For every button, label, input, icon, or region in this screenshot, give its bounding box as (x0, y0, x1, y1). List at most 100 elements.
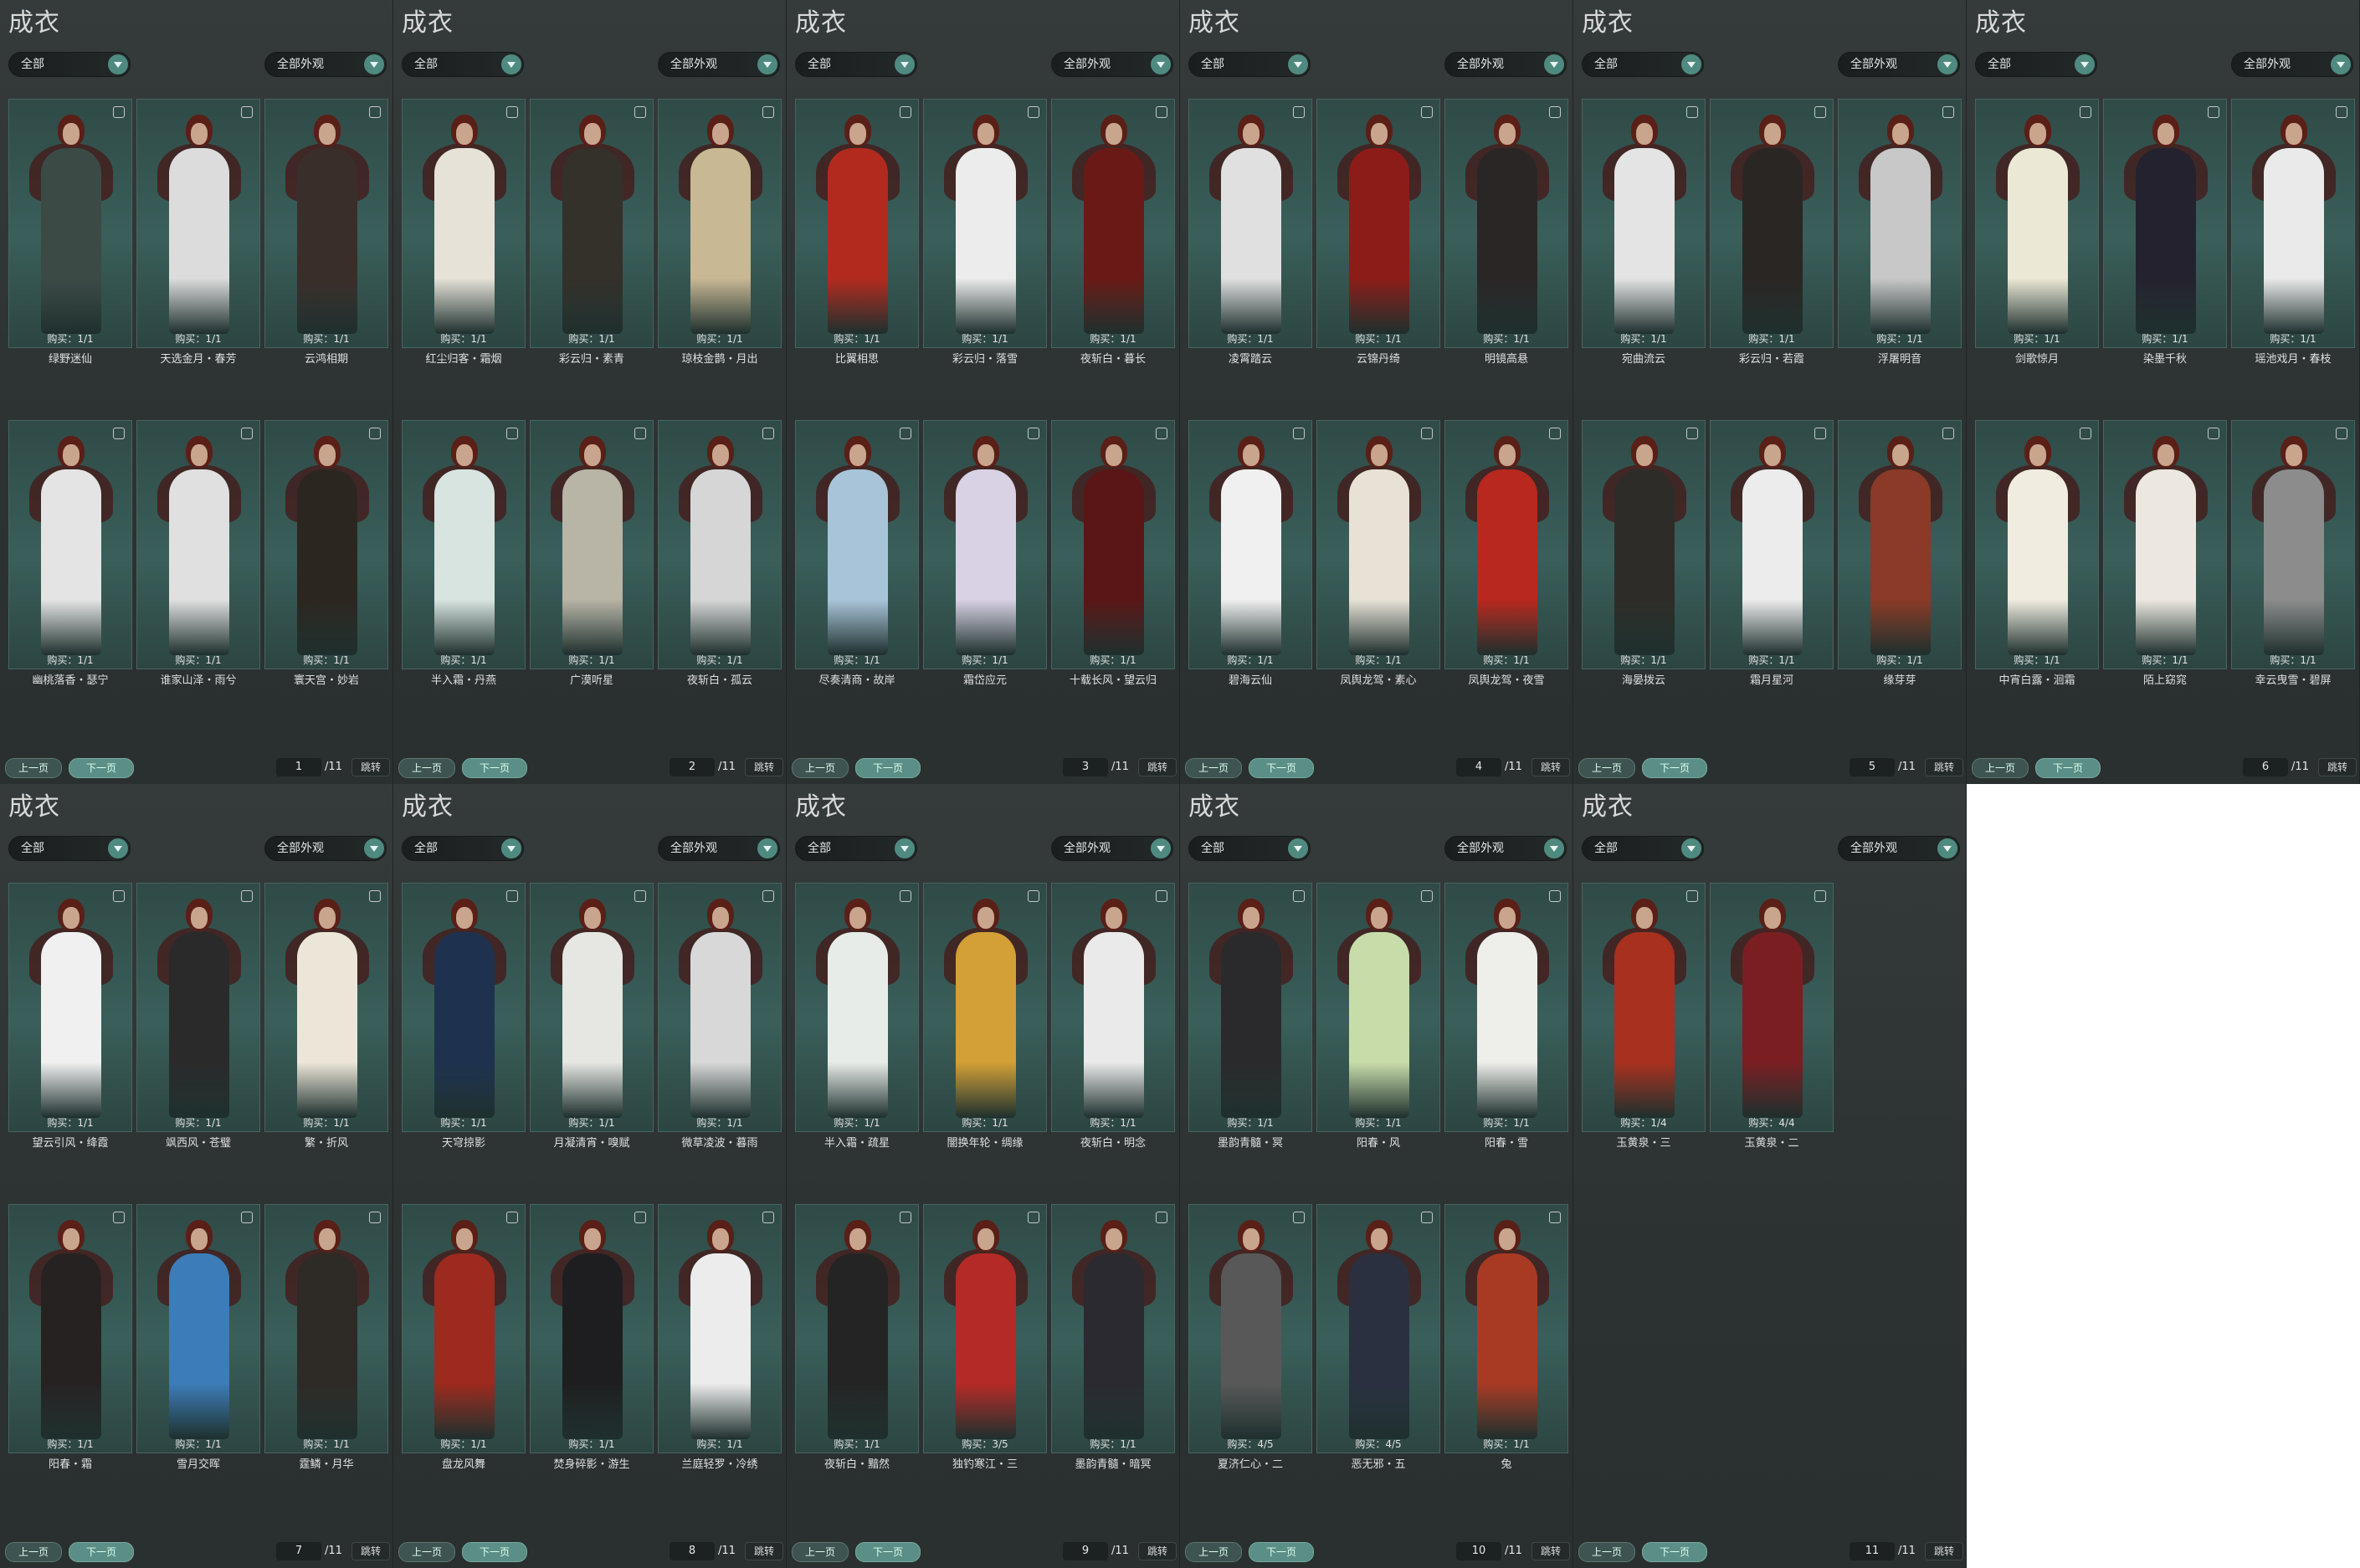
outfit-card[interactable]: 购买：1/1 (1838, 99, 1962, 348)
outfit-card[interactable]: 购买：1/1 (658, 420, 782, 669)
category-select[interactable]: 全部 (402, 836, 524, 861)
category-select[interactable]: 全部 (1975, 52, 2097, 77)
outfit-card[interactable]: 购买：1/1 (1316, 99, 1440, 348)
outfit-card[interactable]: 购买：1/1 (136, 883, 260, 1132)
outfit-card[interactable]: 购买：1/1 (8, 883, 132, 1132)
outfit-card[interactable]: 购买：1/1 (136, 420, 260, 669)
category-select[interactable]: 全部 (1582, 52, 1704, 77)
appearance-select[interactable]: 全部外观 (658, 52, 780, 77)
outfit-card[interactable]: 购买：1/1 (8, 99, 132, 348)
outfit-card[interactable]: 购买：1/1 (1582, 99, 1706, 348)
prev-page-button[interactable]: 上一页 (398, 1542, 455, 1562)
chevron-down-icon[interactable] (108, 54, 128, 74)
outfit-card[interactable]: 购买：1/1 (923, 99, 1047, 348)
outfit-card[interactable]: 购买：1/1 (136, 99, 260, 348)
outfit-card[interactable]: 购买：1/1 (1316, 883, 1440, 1132)
chevron-down-icon[interactable] (1937, 838, 1957, 858)
prev-page-button[interactable]: 上一页 (792, 1542, 849, 1562)
page-number-input[interactable]: 2 (670, 758, 715, 776)
chevron-down-icon[interactable] (895, 54, 915, 74)
prev-page-button[interactable]: 上一页 (1578, 1542, 1635, 1562)
category-select[interactable]: 全部 (8, 836, 131, 861)
outfit-card[interactable]: 购买：1/1 (402, 1204, 526, 1453)
appearance-select[interactable]: 全部外观 (1444, 836, 1567, 861)
page-number-input[interactable]: 10 (1456, 1542, 1501, 1560)
appearance-select[interactable]: 全部外观 (264, 52, 387, 77)
appearance-select[interactable]: 全部外观 (2231, 52, 2353, 77)
jump-button[interactable]: 跳转 (1925, 1542, 1963, 1560)
chevron-down-icon[interactable] (1151, 54, 1171, 74)
category-select[interactable]: 全部 (795, 52, 917, 77)
next-page-button[interactable]: 下一页 (855, 1542, 921, 1562)
page-number-input[interactable]: 9 (1063, 1542, 1108, 1560)
chevron-down-icon[interactable] (1544, 838, 1564, 858)
appearance-select[interactable]: 全部外观 (1051, 836, 1173, 861)
outfit-card[interactable]: 购买：1/1 (136, 1204, 260, 1453)
outfit-card[interactable]: 购买：1/1 (1710, 99, 1834, 348)
chevron-down-icon[interactable] (1937, 54, 1957, 74)
outfit-card[interactable]: 购买：1/1 (795, 99, 919, 348)
page-number-input[interactable]: 1 (276, 758, 321, 776)
outfit-card[interactable]: 购买：1/1 (1188, 883, 1312, 1132)
chevron-down-icon[interactable] (501, 54, 521, 74)
page-number-input[interactable]: 8 (670, 1542, 715, 1560)
chevron-down-icon[interactable] (1151, 838, 1171, 858)
outfit-card[interactable]: 购买：1/1 (264, 883, 388, 1132)
chevron-down-icon[interactable] (757, 838, 777, 858)
outfit-card[interactable]: 购买：1/1 (2231, 99, 2355, 348)
appearance-select[interactable]: 全部外观 (1838, 52, 1960, 77)
prev-page-button[interactable]: 上一页 (1972, 758, 2029, 778)
page-number-input[interactable]: 5 (1850, 758, 1895, 776)
chevron-down-icon[interactable] (1288, 54, 1308, 74)
outfit-card[interactable]: 购买：1/1 (923, 420, 1047, 669)
category-select[interactable]: 全部 (795, 836, 917, 861)
outfit-card[interactable]: 购买：1/1 (8, 1204, 132, 1453)
outfit-card[interactable]: 购买：1/1 (923, 883, 1047, 1132)
outfit-card[interactable]: 购买：1/1 (795, 420, 919, 669)
outfit-card[interactable]: 购买：3/5 (923, 1204, 1047, 1453)
jump-button[interactable]: 跳转 (745, 1542, 783, 1560)
outfit-card[interactable]: 购买：1/1 (795, 883, 919, 1132)
jump-button[interactable]: 跳转 (745, 758, 783, 776)
next-page-button[interactable]: 下一页 (2035, 758, 2101, 778)
outfit-card[interactable]: 购买：4/4 (1710, 883, 1834, 1132)
chevron-down-icon[interactable] (1288, 838, 1308, 858)
jump-button[interactable]: 跳转 (1531, 1542, 1570, 1560)
outfit-card[interactable]: 购买：4/5 (1316, 1204, 1440, 1453)
outfit-card[interactable]: 购买：1/1 (1188, 420, 1312, 669)
outfit-card[interactable]: 购买：1/1 (1838, 420, 1962, 669)
outfit-card[interactable]: 购买：1/1 (402, 99, 526, 348)
category-select[interactable]: 全部 (1188, 836, 1311, 861)
chevron-down-icon[interactable] (108, 838, 128, 858)
outfit-card[interactable]: 购买：1/4 (1582, 883, 1706, 1132)
outfit-card[interactable]: 购买：1/1 (1444, 99, 1568, 348)
appearance-select[interactable]: 全部外观 (1444, 52, 1567, 77)
chevron-down-icon[interactable] (2075, 54, 2095, 74)
outfit-card[interactable]: 购买：1/1 (1051, 420, 1175, 669)
chevron-down-icon[interactable] (1681, 54, 1701, 74)
appearance-select[interactable]: 全部外观 (264, 836, 387, 861)
outfit-card[interactable]: 购买：1/1 (1444, 883, 1568, 1132)
chevron-down-icon[interactable] (757, 54, 777, 74)
appearance-select[interactable]: 全部外观 (658, 836, 780, 861)
prev-page-button[interactable]: 上一页 (5, 1542, 62, 1562)
outfit-card[interactable]: 购买：1/1 (2103, 420, 2227, 669)
chevron-down-icon[interactable] (1681, 838, 1701, 858)
outfit-card[interactable]: 购买：1/1 (1188, 99, 1312, 348)
jump-button[interactable]: 跳转 (2318, 758, 2357, 776)
category-select[interactable]: 全部 (1582, 836, 1704, 861)
next-page-button[interactable]: 下一页 (855, 758, 921, 778)
outfit-card[interactable]: 购买：1/1 (1051, 99, 1175, 348)
prev-page-button[interactable]: 上一页 (792, 758, 849, 778)
next-page-button[interactable]: 下一页 (462, 758, 527, 778)
jump-button[interactable]: 跳转 (1138, 758, 1177, 776)
outfit-card[interactable]: 购买：1/1 (1975, 420, 2099, 669)
outfit-card[interactable]: 购买：1/1 (2231, 420, 2355, 669)
page-number-input[interactable]: 6 (2243, 758, 2288, 776)
outfit-card[interactable]: 购买：1/1 (1316, 420, 1440, 669)
next-page-button[interactable]: 下一页 (1249, 1542, 1314, 1562)
next-page-button[interactable]: 下一页 (1642, 1542, 1707, 1562)
outfit-card[interactable]: 购买：1/1 (1051, 1204, 1175, 1453)
jump-button[interactable]: 跳转 (1138, 1542, 1177, 1560)
jump-button[interactable]: 跳转 (1925, 758, 1963, 776)
